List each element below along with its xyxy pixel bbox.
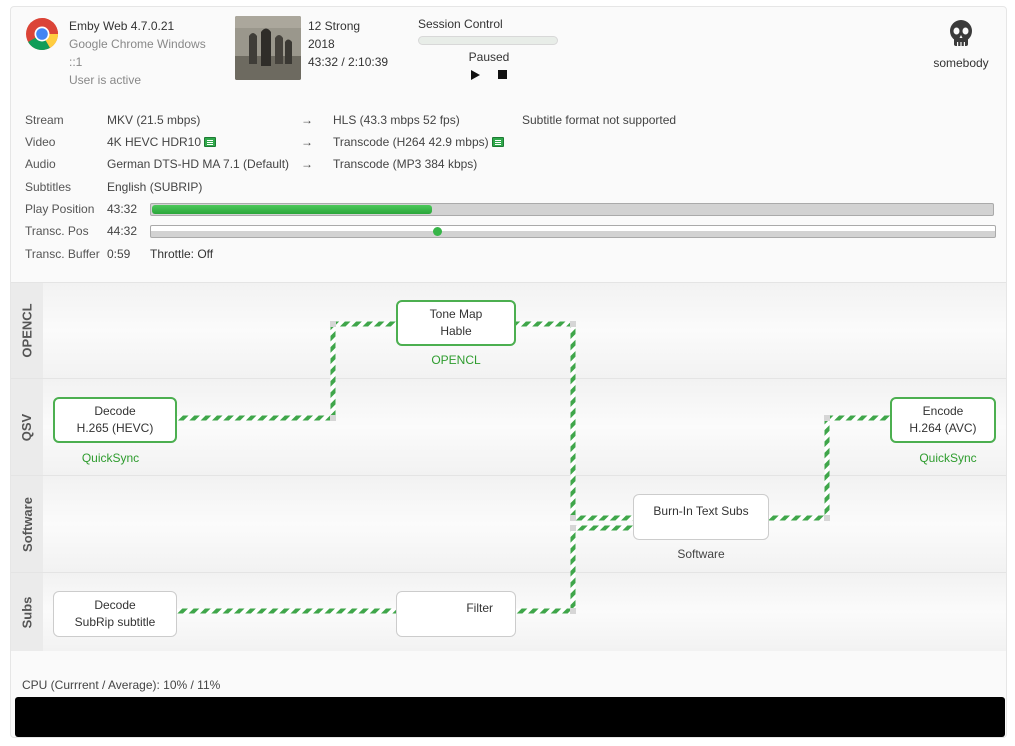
node-subtitle: SubRip subtitle	[74, 615, 156, 629]
session-progress-bar[interactable]	[418, 36, 558, 45]
decode-video-node[interactable]: Decode H.265 (HEVC)	[53, 397, 177, 443]
node-title: Filter	[466, 601, 493, 615]
stream-note: Subtitle format not supported	[522, 113, 677, 127]
skull-icon[interactable]	[948, 19, 974, 49]
arrow-icon: →	[301, 113, 313, 127]
node-title: Decode	[94, 404, 136, 418]
video-source-wrap: 4K HEVC HDR10	[107, 133, 217, 151]
play-position-label: Play Position	[25, 202, 95, 216]
play-position-row: Play Position 43:32	[25, 200, 1000, 218]
client-info: Emby Web 4.7.0.21 Google Chrome Windows …	[69, 17, 206, 89]
cpu-usage: CPU (Currrent / Average): 10% / 11%	[22, 678, 221, 692]
transc-pos-value: 44:32	[107, 224, 138, 238]
session-card: Emby Web 4.7.0.21 Google Chrome Windows …	[10, 6, 1007, 738]
burnin-node[interactable]: Burn-In Text Subs	[633, 494, 769, 540]
wire-paths	[174, 321, 893, 614]
transc-pos-bar[interactable]	[150, 225, 996, 238]
node-title: Decode	[94, 598, 136, 612]
transc-buffer-value: 0:59	[107, 247, 131, 261]
throttle-status: Throttle: Off	[150, 247, 214, 261]
stream-source: MKV (21.5 mbps)	[107, 113, 201, 127]
user-name[interactable]: somebody	[926, 56, 996, 70]
play-position-bar[interactable]	[150, 203, 994, 216]
transc-pos-knob[interactable]	[432, 227, 442, 236]
media-poster[interactable]	[235, 16, 301, 80]
node-title: Burn-In Text Subs	[653, 504, 749, 518]
redacted-bar	[15, 697, 1005, 737]
media-info: 12 Strong 2018 43:32 / 2:10:39	[308, 17, 388, 71]
video-target-wrap: Transcode (H264 42.9 mbps)	[333, 133, 504, 151]
audio-source: German DTS-HD MA 7.1 (Default)	[107, 157, 290, 171]
chrome-icon	[26, 18, 59, 51]
transc-pos-row: Transc. Pos 44:32	[25, 222, 1000, 240]
burnin-tag: Software	[677, 547, 725, 561]
media-title[interactable]: 12 Strong	[308, 17, 388, 35]
node-title: Tone Map	[429, 307, 483, 321]
media-time: 43:32 / 2:10:39	[308, 55, 389, 69]
node-subtitle: Hable	[440, 324, 472, 338]
audio-label: Audio	[25, 157, 56, 171]
stream-target: HLS (43.3 mbps 52 fps)	[333, 113, 460, 127]
client-app-name: Emby Web 4.7.0.21	[69, 19, 175, 33]
client-browser: Google Chrome Windows	[69, 37, 206, 51]
node-title: Encode	[922, 404, 964, 418]
play-icon[interactable]	[471, 70, 480, 80]
video-target: Transcode (H264 42.9 mbps)	[333, 135, 489, 149]
decode-video-tag: QuickSync	[81, 451, 140, 465]
client-status: User is active	[69, 73, 142, 87]
transcode-pipeline: OPENCL QSV Software Subs Tone Map Hable …	[11, 282, 1006, 651]
stream-label: Stream	[25, 113, 64, 127]
media-year: 2018	[308, 37, 335, 51]
info-badge-icon[interactable]	[491, 137, 504, 147]
arrow-icon: →	[301, 135, 313, 149]
encode-node[interactable]: Encode H.264 (AVC)	[890, 397, 996, 443]
tonemap-tag: OPENCL	[431, 353, 481, 367]
subtitles-source: English (SUBRIP)	[107, 180, 203, 194]
playback-state: Paused	[468, 50, 510, 64]
client-address: ::1	[69, 55, 83, 69]
node-subtitle: H.264 (AVC)	[909, 421, 977, 435]
user-block: somebody	[926, 19, 996, 70]
session-control: Session Control Paused	[418, 17, 560, 80]
info-badge-icon[interactable]	[204, 137, 217, 147]
filter-node[interactable]: Filter	[396, 591, 516, 637]
decode-subs-node[interactable]: Decode SubRip subtitle	[53, 591, 177, 637]
encode-tag: QuickSync	[919, 451, 977, 465]
subtitles-label: Subtitles	[25, 180, 72, 194]
transc-pos-label: Transc. Pos	[25, 224, 89, 238]
audio-target: Transcode (MP3 384 kbps)	[333, 157, 478, 171]
node-subtitle: H.265 (HEVC)	[76, 421, 154, 435]
transc-buffer-label: Transc. Buffer	[25, 247, 100, 261]
video-label: Video	[25, 135, 56, 149]
video-source: 4K HEVC HDR10	[107, 135, 202, 149]
session-control-title: Session Control	[418, 17, 503, 31]
play-position-fill	[152, 205, 433, 214]
arrow-icon: →	[301, 157, 313, 171]
play-position-value: 43:32	[107, 202, 138, 216]
stop-icon[interactable]	[498, 70, 507, 79]
playback-controls	[418, 70, 560, 80]
tonemap-node[interactable]: Tone Map Hable	[396, 300, 516, 346]
